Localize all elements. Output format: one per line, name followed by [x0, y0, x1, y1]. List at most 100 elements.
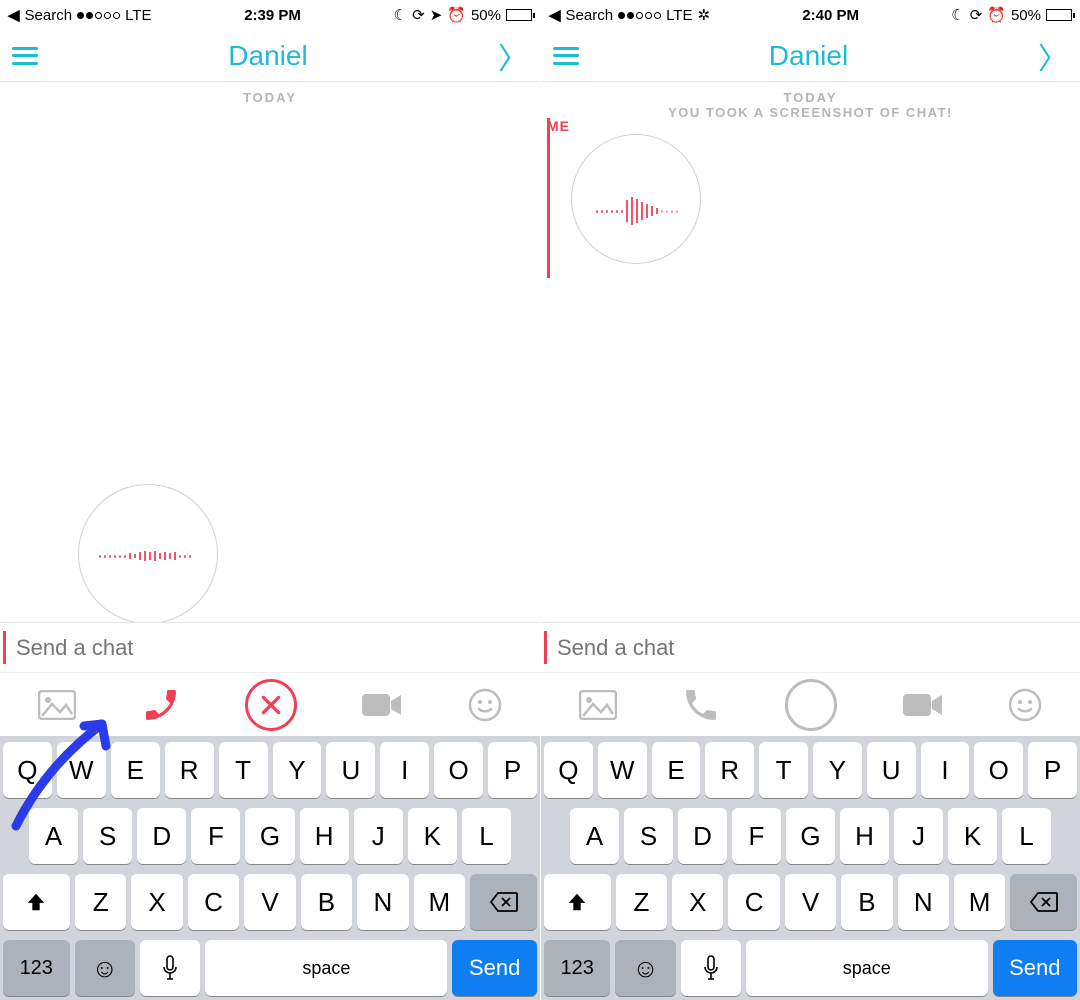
- key-u[interactable]: U: [867, 742, 916, 798]
- waveform-icon: [99, 551, 191, 561]
- date-label: TODAY: [541, 90, 1080, 105]
- key-f[interactable]: F: [732, 808, 781, 864]
- back-app-label[interactable]: Search: [566, 7, 614, 24]
- key-w[interactable]: W: [57, 742, 106, 798]
- chat-title[interactable]: Daniel: [769, 40, 848, 72]
- menu-icon[interactable]: [12, 47, 38, 65]
- key-l[interactable]: L: [1002, 808, 1051, 864]
- chat-input[interactable]: [0, 635, 540, 661]
- key-w[interactable]: W: [598, 742, 647, 798]
- phone-icon[interactable]: [141, 685, 181, 725]
- key-s[interactable]: S: [624, 808, 673, 864]
- key-o[interactable]: O: [434, 742, 483, 798]
- mic-key[interactable]: [681, 940, 741, 996]
- key-b[interactable]: B: [301, 874, 352, 930]
- key-h[interactable]: H: [840, 808, 889, 864]
- cancel-recording-button[interactable]: [245, 679, 297, 731]
- key-k[interactable]: K: [408, 808, 457, 864]
- key-t[interactable]: T: [759, 742, 808, 798]
- back-app-label[interactable]: Search: [25, 7, 73, 24]
- key-p[interactable]: P: [1028, 742, 1077, 798]
- key-s[interactable]: S: [83, 808, 132, 864]
- chat-title[interactable]: Daniel: [228, 40, 307, 72]
- key-c[interactable]: C: [728, 874, 779, 930]
- numbers-key[interactable]: 123: [3, 940, 70, 996]
- back-app-icon[interactable]: ◀: [8, 6, 20, 24]
- key-z[interactable]: Z: [616, 874, 667, 930]
- numbers-key[interactable]: 123: [544, 940, 610, 996]
- key-y[interactable]: Y: [273, 742, 322, 798]
- key-x[interactable]: X: [672, 874, 723, 930]
- key-q[interactable]: Q: [544, 742, 593, 798]
- sticker-icon[interactable]: [468, 688, 502, 722]
- key-q[interactable]: Q: [3, 742, 52, 798]
- key-d[interactable]: D: [678, 808, 727, 864]
- emoji-key[interactable]: ☺: [615, 940, 675, 996]
- battery-icon: [506, 9, 532, 21]
- key-n[interactable]: N: [898, 874, 949, 930]
- phone-icon[interactable]: [681, 685, 721, 725]
- emoji-key[interactable]: ☺: [75, 940, 135, 996]
- key-j[interactable]: J: [354, 808, 403, 864]
- chevron-right-icon[interactable]: 〉: [498, 34, 528, 78]
- shift-key[interactable]: [3, 874, 70, 930]
- key-g[interactable]: G: [245, 808, 294, 864]
- key-g[interactable]: G: [786, 808, 835, 864]
- alarm-icon: ⏰: [987, 6, 1006, 24]
- key-j[interactable]: J: [894, 808, 943, 864]
- gallery-icon[interactable]: [38, 690, 76, 720]
- key-o[interactable]: O: [974, 742, 1023, 798]
- key-b[interactable]: B: [841, 874, 892, 930]
- chevron-right-icon[interactable]: 〉: [1038, 34, 1068, 78]
- space-key[interactable]: space: [205, 940, 447, 996]
- key-l[interactable]: L: [462, 808, 511, 864]
- key-c[interactable]: C: [188, 874, 239, 930]
- shift-key[interactable]: [544, 874, 611, 930]
- chat-header: Daniel 〉: [0, 30, 540, 82]
- key-p[interactable]: P: [488, 742, 537, 798]
- send-key[interactable]: Send: [993, 940, 1078, 996]
- backspace-key[interactable]: [1010, 874, 1077, 930]
- chat-input-row: [0, 622, 540, 672]
- key-a[interactable]: A: [29, 808, 78, 864]
- video-icon[interactable]: [902, 691, 944, 719]
- key-z[interactable]: Z: [75, 874, 126, 930]
- gallery-icon[interactable]: [579, 690, 617, 720]
- sticker-icon[interactable]: [1008, 688, 1042, 722]
- voice-note-message[interactable]: [571, 134, 701, 264]
- key-x[interactable]: X: [131, 874, 182, 930]
- key-e[interactable]: E: [111, 742, 160, 798]
- key-v[interactable]: V: [785, 874, 836, 930]
- key-h[interactable]: H: [300, 808, 349, 864]
- key-i[interactable]: I: [380, 742, 429, 798]
- key-u[interactable]: U: [326, 742, 375, 798]
- chat-input[interactable]: [541, 635, 1080, 661]
- key-n[interactable]: N: [357, 874, 408, 930]
- key-k[interactable]: K: [948, 808, 997, 864]
- mic-key[interactable]: [140, 940, 200, 996]
- chat-input-row: [541, 622, 1080, 672]
- space-key[interactable]: space: [746, 940, 987, 996]
- video-icon[interactable]: [361, 691, 403, 719]
- menu-icon[interactable]: [553, 47, 579, 65]
- key-r[interactable]: R: [165, 742, 214, 798]
- send-key[interactable]: Send: [452, 940, 537, 996]
- keyboard-row-3: ZXCVBNM: [544, 874, 1077, 930]
- key-t[interactable]: T: [219, 742, 268, 798]
- key-a[interactable]: A: [570, 808, 619, 864]
- key-y[interactable]: Y: [813, 742, 862, 798]
- location-icon: ➤: [430, 6, 443, 24]
- record-button[interactable]: [785, 679, 837, 731]
- voice-note-recording[interactable]: [78, 484, 218, 622]
- back-app-icon[interactable]: ◀: [549, 6, 561, 24]
- backspace-key[interactable]: [470, 874, 537, 930]
- key-r[interactable]: R: [705, 742, 754, 798]
- key-e[interactable]: E: [652, 742, 701, 798]
- key-m[interactable]: M: [954, 874, 1005, 930]
- keyboard-row-4: 123 ☺ space Send: [3, 940, 537, 996]
- key-d[interactable]: D: [137, 808, 186, 864]
- key-m[interactable]: M: [414, 874, 465, 930]
- key-v[interactable]: V: [244, 874, 295, 930]
- key-i[interactable]: I: [921, 742, 970, 798]
- key-f[interactable]: F: [191, 808, 240, 864]
